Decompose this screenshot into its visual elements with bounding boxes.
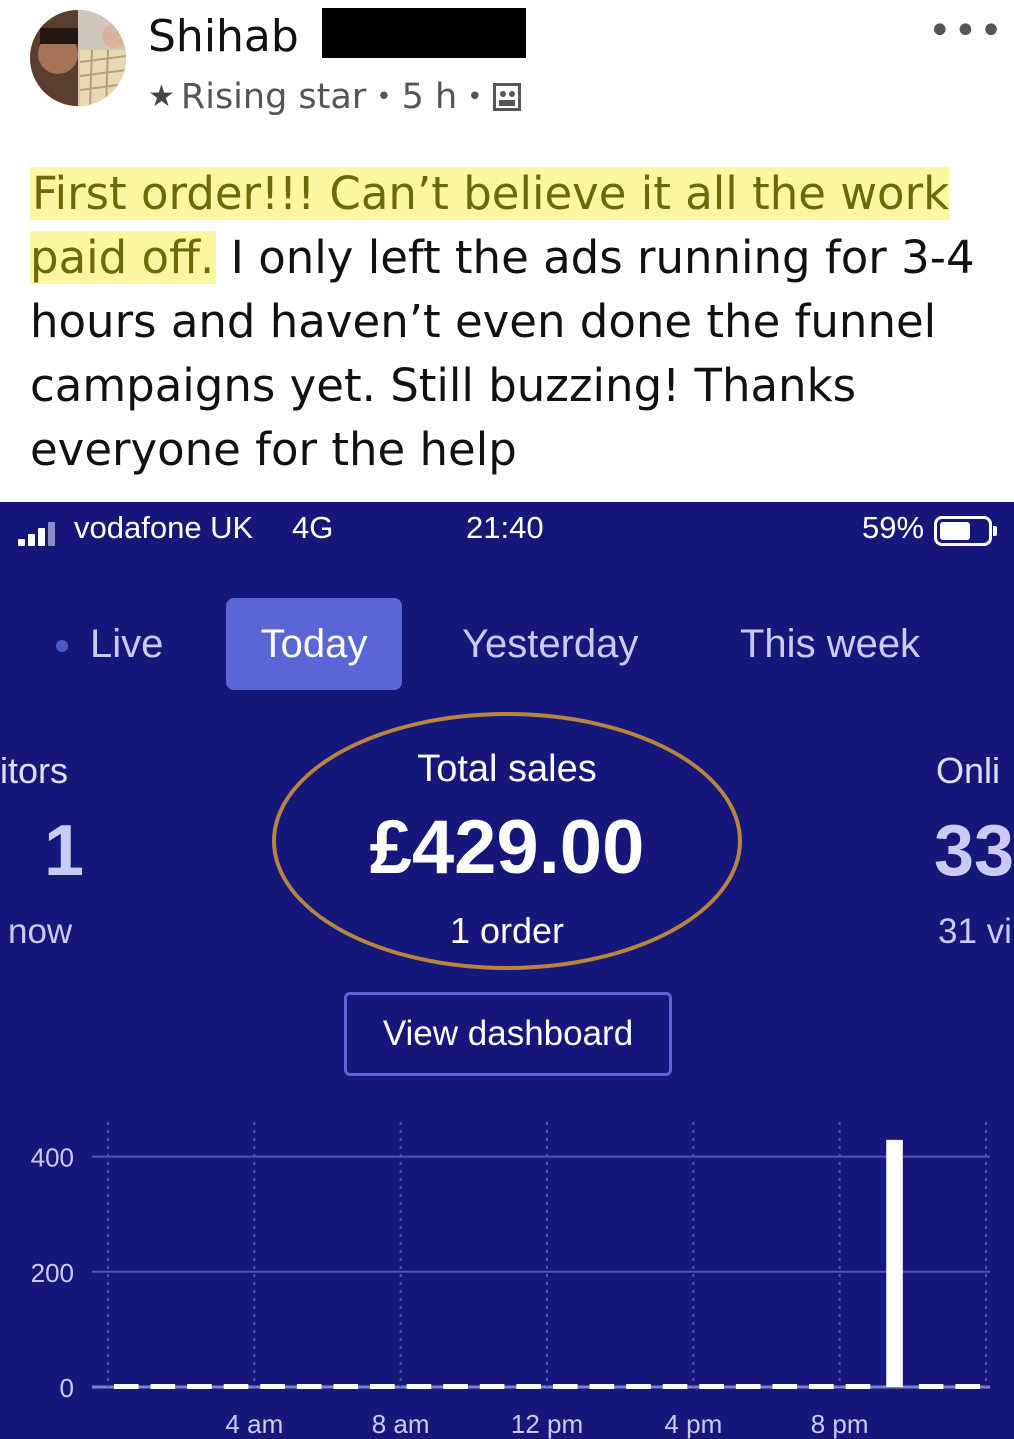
meta-separator: •	[467, 82, 483, 112]
group-privacy-icon	[492, 83, 521, 111]
bar	[772, 1384, 798, 1389]
post-text: First order!!! Can’t believe it all the …	[30, 162, 990, 482]
post-meta: ★ Rising star • 5 h •	[148, 72, 521, 122]
more-options-icon[interactable]: •••	[928, 8, 1005, 54]
meta-separator: •	[376, 82, 392, 112]
badge-label: Rising star	[180, 77, 367, 117]
bar	[406, 1384, 432, 1389]
network-type: 4G	[292, 510, 334, 545]
shopify-live-view-screenshot: vodafone UK 4G 21:40 59% Live Today Yest…	[0, 502, 1014, 1439]
tab-live[interactable]: Live	[56, 598, 216, 690]
y-tick-label: 200	[31, 1258, 74, 1288]
bar	[443, 1384, 468, 1389]
bar	[370, 1384, 395, 1389]
carrier-name: vodafone UK	[74, 510, 254, 545]
visitors-value: 1	[44, 811, 85, 891]
x-tick-label: 4 pm	[664, 1409, 722, 1439]
bar	[553, 1384, 578, 1389]
y-tick-label: 400	[31, 1143, 74, 1173]
total-sales-label: Total sales	[417, 748, 597, 790]
bar	[886, 1139, 903, 1387]
bar	[516, 1384, 541, 1389]
y-tick-label: 0	[60, 1373, 74, 1403]
x-tick-label: 4 am	[225, 1409, 283, 1439]
bar	[150, 1384, 176, 1389]
bar	[845, 1384, 871, 1389]
bar	[955, 1384, 980, 1389]
visitors-sub: now	[8, 912, 73, 951]
view-dashboard-button[interactable]: View dashboard	[344, 992, 672, 1076]
tab-yesterday[interactable]: Yesterday	[462, 598, 662, 690]
tab-this-week[interactable]: This week	[740, 598, 940, 690]
online-label: Onli	[936, 750, 1001, 791]
x-tick-label: 8 am	[372, 1409, 430, 1439]
sales-bar-chart: 400 200 0 4 am 8 am 12 pm 4 pm 8 pm	[31, 1122, 990, 1439]
x-tick-label: 8 pm	[811, 1409, 869, 1439]
online-value: 33	[934, 811, 1014, 891]
clock: 21:40	[466, 510, 544, 545]
avatar[interactable]	[30, 10, 126, 106]
bar	[662, 1384, 688, 1389]
facebook-post: Shihab ★ Rising star • 5 h • ••• First o…	[0, 0, 1014, 502]
live-dot-icon	[56, 640, 68, 653]
online-sub: 31 vi	[938, 912, 1012, 951]
bar	[589, 1384, 615, 1389]
bar	[918, 1384, 944, 1389]
avatar-image	[30, 10, 126, 106]
bar	[699, 1384, 724, 1389]
redacted-surname	[322, 8, 526, 58]
x-tick-label: 12 pm	[511, 1409, 583, 1439]
bar	[735, 1384, 761, 1389]
bar	[223, 1384, 249, 1389]
orders-count: 1 order	[449, 910, 565, 951]
bar	[333, 1384, 359, 1389]
bar	[296, 1384, 322, 1389]
post-time[interactable]: 5 h	[402, 72, 458, 122]
tab-today[interactable]: Today	[226, 598, 402, 690]
bar	[187, 1384, 212, 1389]
bar	[260, 1384, 285, 1389]
bar	[626, 1384, 651, 1389]
total-sales-value: £429.00	[369, 805, 645, 890]
battery-icon	[934, 516, 997, 546]
visitors-label: itors	[0, 750, 69, 791]
bar	[114, 1384, 139, 1389]
signal-strength-icon	[18, 522, 62, 546]
bar	[809, 1384, 834, 1389]
bar	[479, 1384, 505, 1389]
rising-star-icon: ★	[148, 79, 175, 114]
tab-live-label: Live	[90, 622, 164, 666]
author-name[interactable]: Shihab	[148, 8, 299, 66]
battery-percent: 59%	[862, 510, 925, 545]
